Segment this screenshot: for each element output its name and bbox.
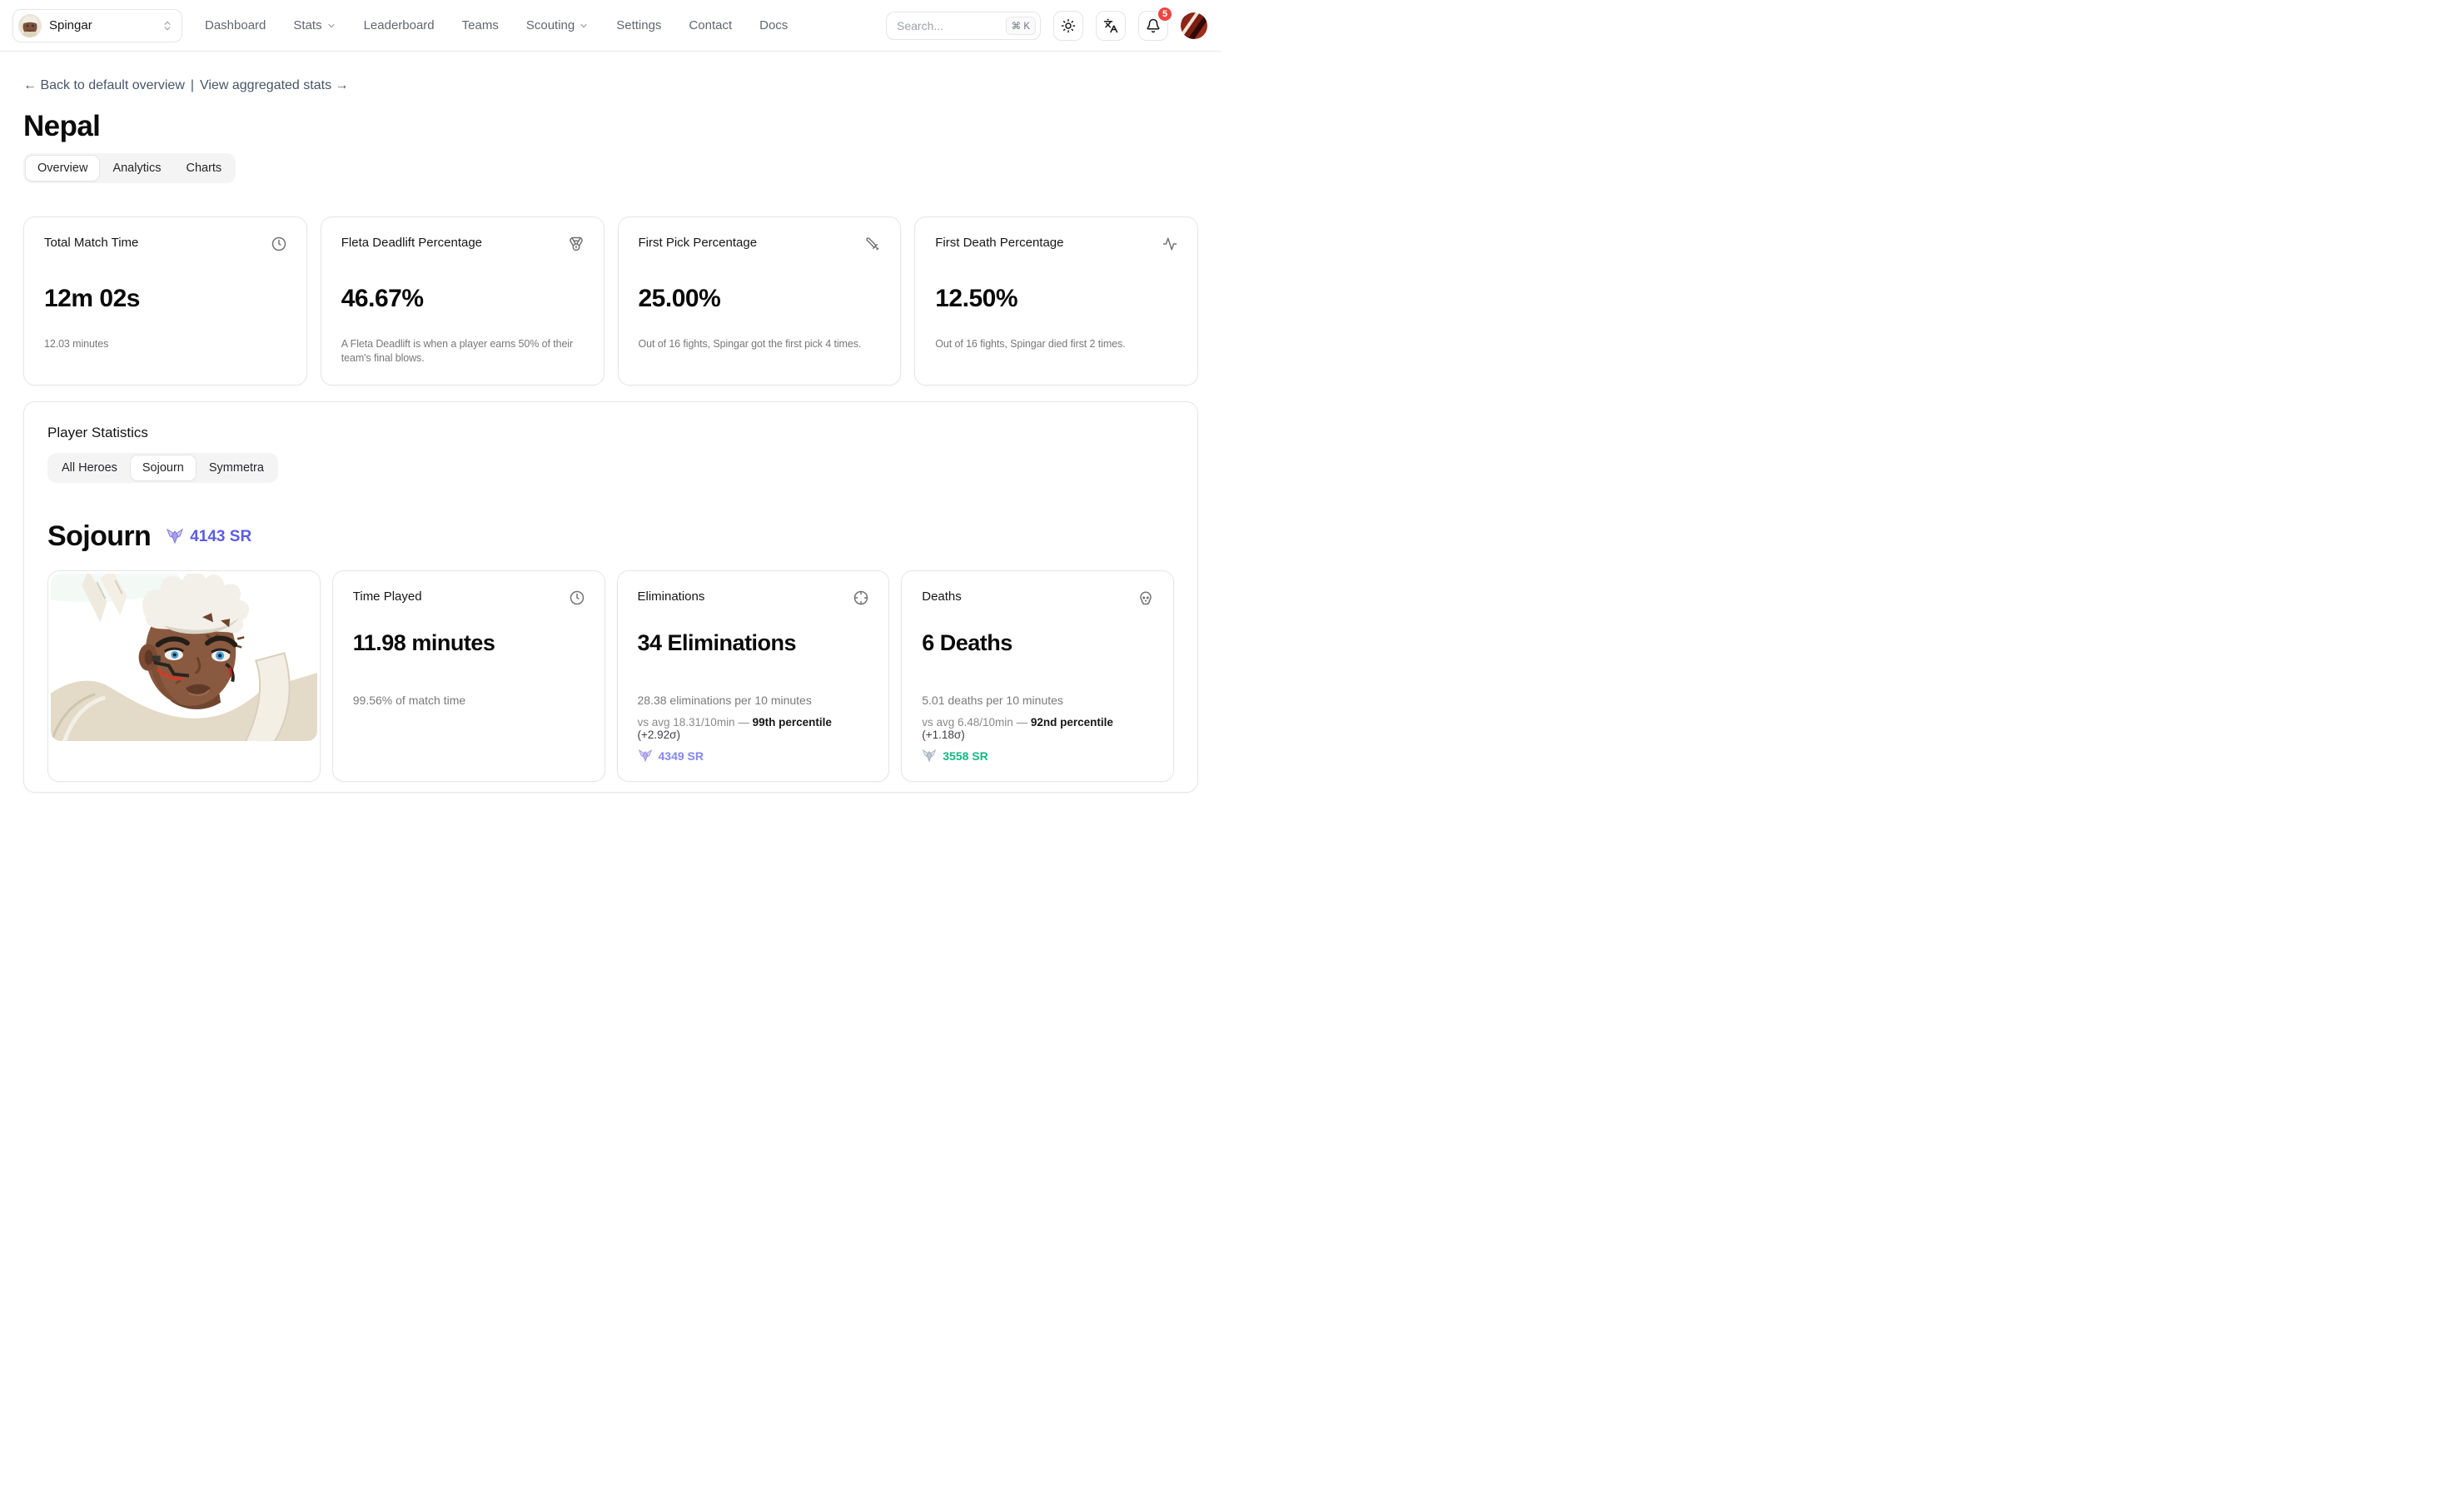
sword-icon [865,236,880,251]
card-title: Fleta Deadlift Percentage [341,236,482,250]
card-value: 34 Eliminations [638,630,869,656]
per-10-min-text: 5.01 deaths per 10 minutes [922,694,1153,707]
nav-link-settings[interactable]: Settings [616,18,661,32]
summary-stat-cards: Total Match Time 12m 02s 12.03 minutes F… [23,216,1198,385]
breadcrumb-separator: | [191,78,194,93]
percentile-value: 99th percentile [753,716,832,729]
card-description: 12.03 minutes [44,337,286,351]
masters-rank-badge-icon [638,749,653,763]
tab-overview[interactable]: Overview [26,156,99,181]
card-description: Out of 16 fights, Spingar got the first … [639,337,881,351]
nav-link-docs[interactable]: Docs [759,18,788,32]
selected-hero-header: Sojourn 4143 SR [47,520,1174,553]
time-played-card: Time Played 11.98 minutes 99.56% of matc… [332,570,605,782]
hero-tab-sojourn[interactable]: Sojourn [131,455,196,480]
search-box[interactable]: ⌘ K [886,12,1041,40]
sojourn-portrait-image [51,574,317,741]
first-pick-card: First Pick Percentage 25.00% Out of 16 f… [618,216,902,385]
chevron-down-icon [326,21,336,31]
card-title: First Death Percentage [935,236,1063,250]
hero-stat-cards: Time Played 11.98 minutes 99.56% of matc… [47,570,1174,782]
clock-icon [271,236,286,251]
main-nav: Dashboard Stats Leaderboard Teams Scouti… [205,18,788,32]
skull-icon [1138,590,1153,605]
notifications-button[interactable]: 5 [1138,11,1168,41]
hero-tab-symmetra[interactable]: Symmetra [197,455,276,480]
eliminations-card: Eliminations 34 Eliminations 28.38 elimi… [617,570,890,782]
percentile-value: 92nd percentile [1031,716,1113,729]
player-selector[interactable]: Spingar [12,9,182,42]
tab-charts[interactable]: Charts [174,156,233,181]
stat-sr-value: 3558 SR [943,749,988,763]
fleta-deadlift-card: Fleta Deadlift Percentage 46.67% A Fleta… [321,216,605,385]
page-tabs: Overview Analytics Charts [23,153,236,183]
sigma-value: (+2.92σ) [638,729,680,741]
card-value: 46.67% [341,285,584,313]
deaths-card: Deaths 6 Deaths 5.01 deaths per 10 minut… [901,570,1174,782]
nav-right-cluster: ⌘ K 5 [886,11,1207,41]
card-title: First Pick Percentage [639,236,758,250]
breadcrumb: ← Back to default overview | View aggreg… [23,78,1198,93]
card-value: 6 Deaths [922,630,1153,656]
card-value: 12m 02s [44,285,286,313]
nav-link-stats[interactable]: Stats [293,18,336,32]
back-to-overview-link[interactable]: ← Back to default overview [23,78,185,93]
hero-sr-chip: 4143 SR [166,528,251,546]
masters-rank-badge-icon [166,529,184,545]
activity-icon [1162,236,1177,251]
theme-toggle-button[interactable] [1053,11,1083,41]
medal-icon [569,236,584,251]
stat-sr-chip: 4349 SR [638,749,869,763]
nav-link-contact[interactable]: Contact [689,18,732,32]
panel-heading: Player Statistics [47,425,1174,441]
card-subtext: 99.56% of match time [353,694,585,707]
languages-icon [1103,18,1118,33]
clock-icon [570,590,585,605]
keyboard-shortcut-badge: ⌘ K [1006,17,1036,35]
card-value: 25.00% [639,285,881,313]
chevrons-up-down-icon [162,20,173,32]
per-10-min-text: 28.38 eliminations per 10 minutes [638,694,869,707]
player-selector-label: Spingar [49,18,92,32]
card-value: 12.50% [935,285,1177,313]
sigma-value: (+1.18σ) [922,729,964,741]
crosshair-icon [853,590,868,605]
percentile-text: vs avg 18.31/10min — 99th percentile (+2… [638,716,869,741]
notification-count-badge: 5 [1157,6,1173,22]
page-title: Nepal [23,110,1198,143]
nav-link-leaderboard[interactable]: Leaderboard [364,18,435,32]
hero-portrait-card [47,570,321,782]
nav-link-dashboard[interactable]: Dashboard [205,18,266,32]
chevron-down-icon [579,21,589,31]
main-content: ← Back to default overview | View aggreg… [0,78,1222,793]
card-value: 11.98 minutes [353,630,585,656]
hero-name: Sojourn [47,520,151,553]
tab-analytics[interactable]: Analytics [101,156,172,181]
nav-link-scouting[interactable]: Scouting [526,18,589,32]
top-nav-bar: Spingar Dashboard Stats Leaderboard Team… [0,0,1222,52]
sun-icon [1061,18,1076,33]
stat-sr-chip: 3558 SR [922,749,1153,763]
percentile-text: vs avg 6.48/10min — 92nd percentile (+1.… [922,716,1153,741]
diamond-rank-badge-icon [922,749,937,763]
total-match-time-card: Total Match Time 12m 02s 12.03 minutes [23,216,307,385]
card-title: Eliminations [638,589,705,604]
card-description: A Fleta Deadlift is when a player earns … [341,337,584,366]
player-statistics-panel: Player Statistics All Heroes Sojourn Sym… [23,401,1198,793]
player-avatar [18,14,42,37]
language-button[interactable] [1096,11,1126,41]
search-input[interactable] [897,19,1006,32]
card-title: Time Played [353,589,422,604]
hero-sr-value: 4143 SR [190,528,251,546]
stat-sr-value: 4349 SR [659,749,704,763]
card-title: Deaths [922,589,962,604]
user-avatar[interactable] [1181,12,1207,39]
nav-link-teams[interactable]: Teams [462,18,499,32]
card-description: Out of 16 fights, Spingar died first 2 t… [935,337,1177,351]
hero-tab-all-heroes[interactable]: All Heroes [50,455,129,480]
view-aggregated-stats-link[interactable]: View aggregated stats → [200,78,348,93]
card-title: Total Match Time [44,236,138,250]
hero-tabs: All Heroes Sojourn Symmetra [47,453,278,483]
first-death-card: First Death Percentage 12.50% Out of 16 … [914,216,1198,385]
